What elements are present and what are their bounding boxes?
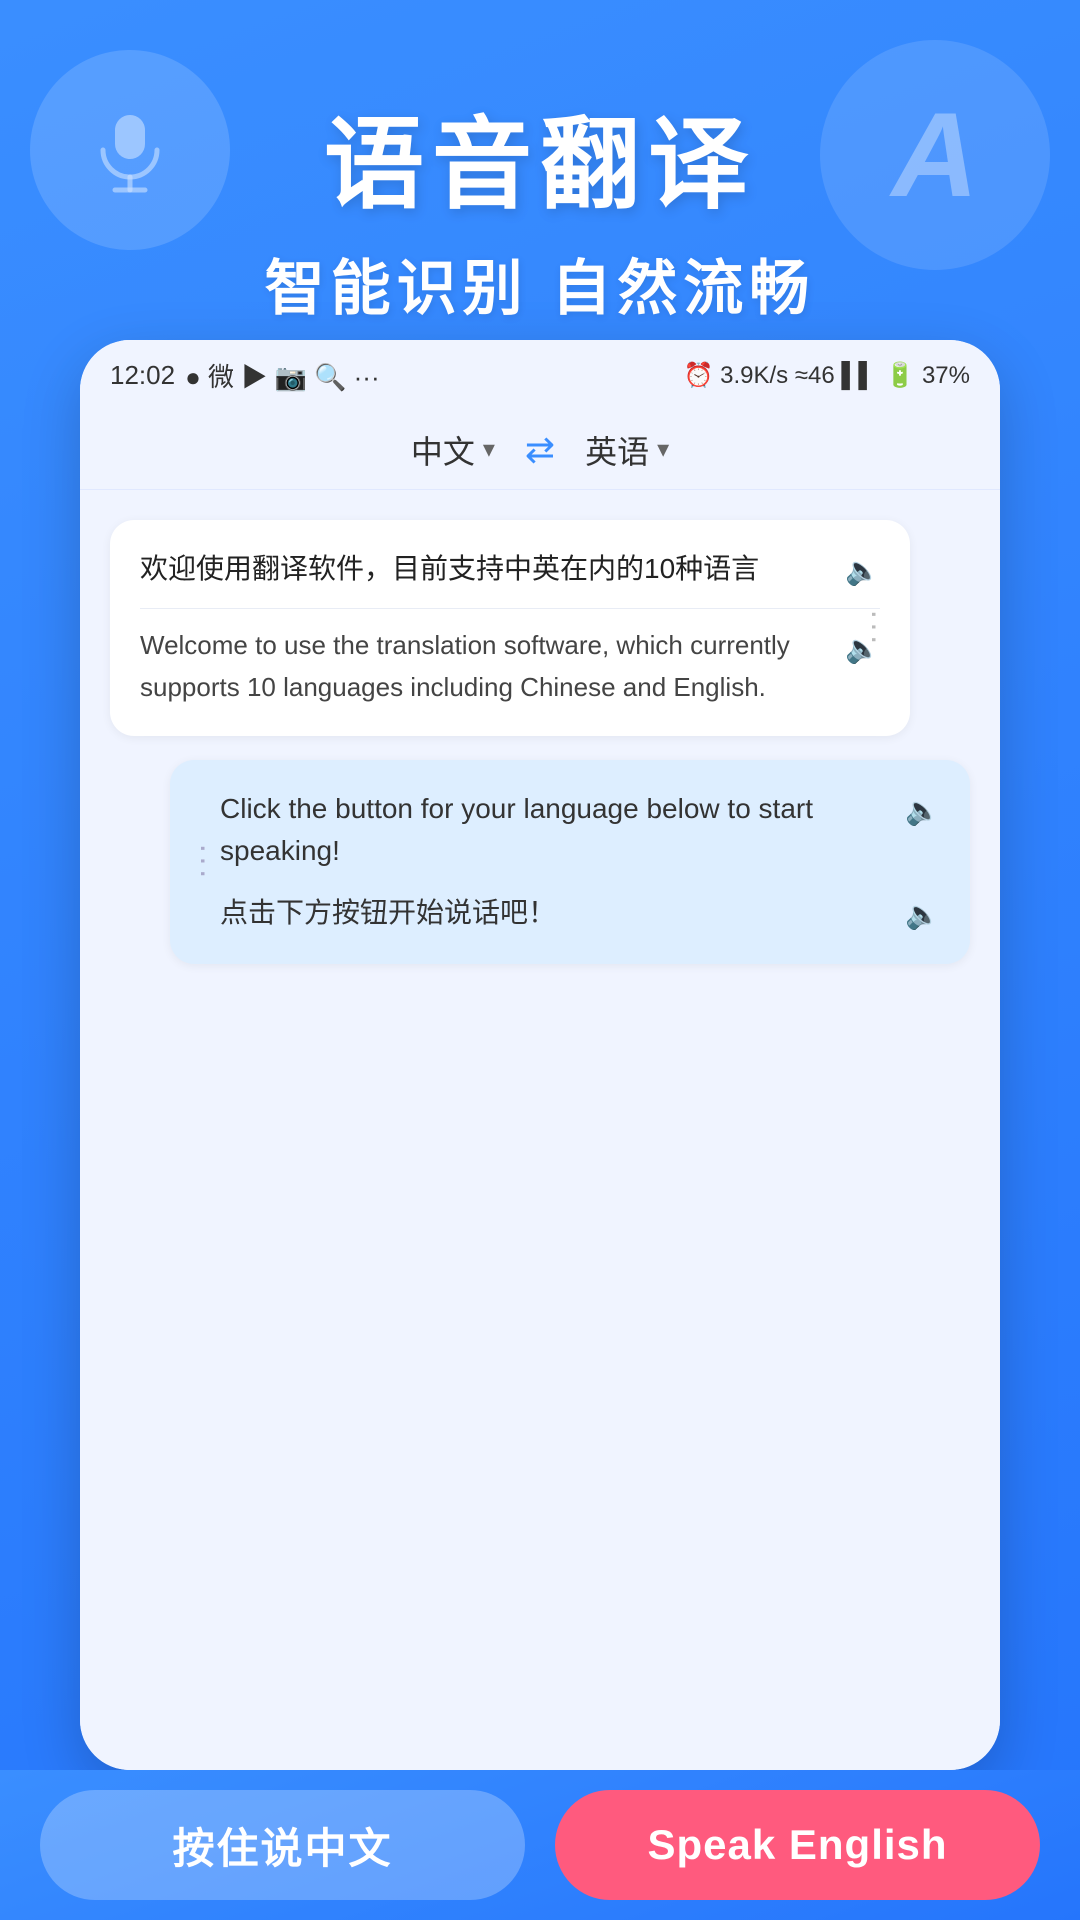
status-time: 12:02 xyxy=(110,360,175,391)
chat-area: 欢迎使用翻译软件，目前支持中英在内的10种语言 🔈 Welcome to use… xyxy=(80,490,1000,1770)
source-language-label: 中文 xyxy=(411,427,475,473)
speaker-icon-right-zh[interactable]: 🔈 xyxy=(905,894,940,936)
right-english-text: Click the button for your language below… xyxy=(220,788,893,872)
right-chinese-text: 点击下方按钮开始说话吧！ xyxy=(220,892,893,934)
message-bubble-right: ··· Click the button for your language b… xyxy=(170,760,970,964)
status-network: ⏰ 3.9K/s ≈46 ▌▌ xyxy=(684,361,876,390)
status-bar: 12:02 ● 微 ▶ 📷 🔍 ··· ⏰ 3.9K/s ≈46 ▌▌ 🔋 37… xyxy=(80,340,1000,410)
speaker-icon-right-en[interactable]: 🔈 xyxy=(905,790,940,832)
target-language-selector[interactable]: 英语 ▾ xyxy=(585,427,669,473)
language-bar: 中文 ▾ ⇄ 英语 ▾ xyxy=(80,410,1000,490)
original-text: 欢迎使用翻译软件，目前支持中英在内的10种语言 xyxy=(140,548,833,590)
bubble-right-text-block: Click the button for your language below… xyxy=(200,788,940,936)
status-right: ⏰ 3.9K/s ≈46 ▌▌ 🔋 37% xyxy=(684,361,970,390)
message-menu-dots-right[interactable]: ··· xyxy=(186,843,223,881)
message-menu-dots[interactable]: ··· xyxy=(857,609,894,647)
speak-chinese-button[interactable]: 按住说中文 xyxy=(40,1790,525,1900)
status-battery: 🔋 37% xyxy=(885,361,970,390)
original-text-line: 欢迎使用翻译软件，目前支持中英在内的10种语言 🔈 xyxy=(140,548,880,609)
speak-english-button[interactable]: Speak English xyxy=(555,1790,1040,1900)
bottom-buttons-bar: 按住说中文 Speak English xyxy=(0,1770,1080,1920)
bubble-text-block: 欢迎使用翻译软件，目前支持中英在内的10种语言 🔈 Welcome to use… xyxy=(140,548,880,708)
app-title: 语音翻译 xyxy=(40,110,1040,220)
right-english-line: Click the button for your language below… xyxy=(220,788,940,872)
target-language-label: 英语 xyxy=(585,427,649,473)
message-bubble-left: 欢迎使用翻译软件，目前支持中英在内的10种语言 🔈 Welcome to use… xyxy=(110,520,910,736)
source-language-selector[interactable]: 中文 ▾ xyxy=(411,427,495,473)
right-chinese-line: 点击下方按钮开始说话吧！ 🔈 xyxy=(220,892,940,936)
status-left: 12:02 ● 微 ▶ 📷 🔍 ··· xyxy=(110,357,380,394)
status-icons: ● 微 ▶ 📷 🔍 ··· xyxy=(185,357,380,394)
target-lang-dropdown-icon: ▾ xyxy=(657,435,669,464)
translated-text: Welcome to use the translation software,… xyxy=(140,625,833,708)
app-subtitle: 智能识别 自然流畅 xyxy=(40,240,1040,327)
phone-mockup: 12:02 ● 微 ▶ 📷 🔍 ··· ⏰ 3.9K/s ≈46 ▌▌ 🔋 37… xyxy=(80,340,1000,1770)
swap-language-button[interactable]: ⇄ xyxy=(525,429,555,471)
translated-text-line: Welcome to use the translation software,… xyxy=(140,625,880,708)
source-lang-dropdown-icon: ▾ xyxy=(483,435,495,464)
speaker-icon-original[interactable]: 🔈 xyxy=(845,550,880,592)
header-section: 语音翻译 智能识别 自然流畅 xyxy=(0,80,1080,327)
